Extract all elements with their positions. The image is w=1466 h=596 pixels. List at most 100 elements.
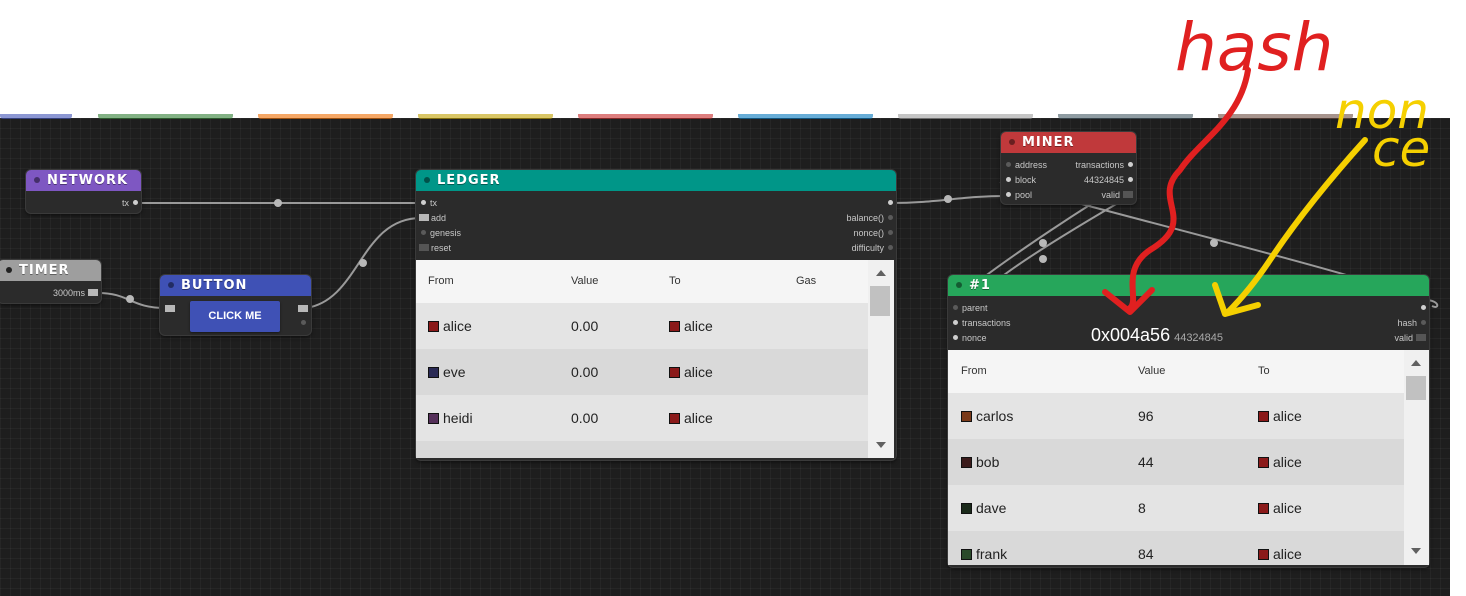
table-row[interactable]: bob 44 alice (948, 439, 1404, 485)
block-output-valid[interactable]: valid (1394, 332, 1426, 344)
ledger-input-tx[interactable]: tx (421, 197, 437, 209)
network-node[interactable]: NETWORK tx (26, 170, 141, 213)
button-output-dot[interactable] (301, 320, 306, 325)
row-from: alice (428, 318, 472, 334)
row-to: alice (669, 364, 713, 380)
port-square-icon[interactable] (1123, 191, 1133, 198)
row-value: 0.00 (571, 410, 599, 426)
scroll-up-icon[interactable] (876, 270, 886, 276)
miner-node[interactable]: MINER address block pool transactions 44… (1001, 132, 1136, 204)
node-status-dot (424, 176, 430, 183)
click-me-button[interactable]: CLICK ME (190, 301, 280, 332)
button-input-port[interactable] (165, 305, 175, 312)
timer-node-header[interactable]: TIMER (0, 260, 101, 281)
port-dot-icon[interactable] (421, 230, 426, 235)
port-dot-icon[interactable] (953, 320, 958, 325)
miner-node-header[interactable]: MINER (1001, 132, 1136, 153)
port-dot-icon[interactable] (888, 230, 893, 235)
scroll-thumb[interactable] (1406, 376, 1426, 400)
table-row[interactable]: eve 0.00 alice (416, 349, 868, 395)
ledger-output-nonce[interactable]: nonce() (853, 227, 893, 239)
column-header-from[interactable]: From (428, 275, 454, 287)
ledger-table-header: From Value To Gas (416, 260, 868, 302)
button-output-port[interactable] (298, 305, 308, 312)
miner-input-pool[interactable]: pool (1006, 189, 1032, 201)
miner-output-valid[interactable]: valid (1101, 189, 1133, 201)
ledger-scrollbar[interactable] (868, 260, 894, 458)
scroll-thumb[interactable] (870, 286, 890, 316)
table-row[interactable]: carlos 96 alice (948, 393, 1404, 439)
node-status-dot (34, 176, 40, 183)
ledger-node[interactable]: LEDGER tx add genesis reset balance() no… (416, 170, 896, 460)
table-row[interactable]: heidi 0.00 alice (416, 395, 868, 441)
ledger-node-header[interactable]: LEDGER (416, 170, 896, 191)
port-dot-icon[interactable] (133, 200, 138, 205)
column-header-to[interactable]: To (1258, 365, 1270, 377)
avatar-icon (961, 549, 972, 560)
column-header-value[interactable]: Value (1138, 365, 1165, 377)
port-dot-icon[interactable] (1421, 305, 1426, 310)
block-input-nonce[interactable]: nonce (953, 332, 987, 344)
node-status-dot (6, 266, 12, 273)
ledger-output-difficulty[interactable]: difficulty (852, 242, 893, 254)
ledger-input-reset[interactable]: reset (419, 242, 451, 254)
avatar-icon (428, 367, 439, 378)
ledger-input-add[interactable]: add (419, 212, 446, 224)
avatar-icon (669, 367, 680, 378)
annotation-hash-label: hash (1175, 9, 1334, 86)
block-table-header: From Value To (948, 350, 1404, 392)
button-node-header[interactable]: BUTTON (160, 275, 311, 296)
block-node-header[interactable]: #1 (948, 275, 1429, 296)
port-dot-icon[interactable] (1128, 177, 1133, 182)
network-node-title: NETWORK (47, 173, 129, 188)
port-dot-icon[interactable] (421, 200, 426, 205)
block-input-parent[interactable]: parent (953, 302, 988, 314)
port-square-icon[interactable] (419, 214, 429, 221)
port-dot-icon[interactable] (1006, 192, 1011, 197)
row-to: alice (1258, 454, 1302, 470)
column-header-gas[interactable]: Gas (796, 275, 816, 287)
avatar-icon (669, 321, 680, 332)
block-input-transactions[interactable]: transactions (953, 317, 1011, 329)
row-from: carlos (961, 408, 1013, 424)
block-table[interactable]: From Value To carlos 96 alice bob 44 ali… (948, 350, 1429, 565)
timer-node[interactable]: TIMER 3000ms (0, 260, 101, 303)
block-scrollbar[interactable] (1404, 350, 1429, 565)
port-dot-icon[interactable] (1128, 162, 1133, 167)
port-dot-icon[interactable] (1006, 162, 1011, 167)
timer-output-interval[interactable]: 3000ms (53, 287, 98, 299)
port-square-icon[interactable] (1416, 334, 1426, 341)
miner-output-nonce[interactable]: 44324845 (1084, 174, 1133, 186)
port-dot-icon[interactable] (953, 305, 958, 310)
table-row[interactable]: dave 8 alice (948, 485, 1404, 531)
column-header-from[interactable]: From (961, 365, 987, 377)
port-square-icon[interactable] (419, 244, 429, 251)
row-to: alice (1258, 546, 1302, 562)
table-row[interactable]: alice 0.00 alice (416, 303, 868, 349)
port-dot-icon[interactable] (888, 245, 893, 250)
port-dot-icon[interactable] (953, 335, 958, 340)
table-row[interactable] (416, 441, 868, 458)
miner-input-block[interactable]: block (1006, 174, 1036, 186)
network-node-header[interactable]: NETWORK (26, 170, 141, 191)
block-node[interactable]: #1 parent transactions nonce hash valid … (948, 275, 1429, 567)
scroll-down-icon[interactable] (1411, 548, 1421, 554)
port-dot-icon[interactable] (1006, 177, 1011, 182)
ledger-table[interactable]: From Value To Gas alice 0.00 alice eve 0… (416, 260, 894, 458)
port-square-icon[interactable] (88, 289, 98, 296)
column-header-to[interactable]: To (669, 275, 681, 287)
ledger-output-balance[interactable]: balance() (846, 212, 893, 224)
column-header-value[interactable]: Value (571, 275, 598, 287)
button-node[interactable]: BUTTON CLICK ME (160, 275, 311, 335)
miner-input-address[interactable]: address (1006, 159, 1047, 171)
miner-output-transactions[interactable]: transactions (1075, 159, 1133, 171)
port-dot-icon[interactable] (1421, 320, 1426, 325)
port-dot-icon[interactable] (888, 215, 893, 220)
block-output-hash[interactable]: hash (1397, 317, 1426, 329)
scroll-down-icon[interactable] (876, 442, 886, 448)
ledger-input-genesis[interactable]: genesis (421, 227, 461, 239)
table-row[interactable]: frank 84 alice (948, 531, 1404, 565)
network-output-tx[interactable]: tx (122, 197, 138, 209)
port-dot-icon[interactable] (888, 200, 893, 205)
scroll-up-icon[interactable] (1411, 360, 1421, 366)
